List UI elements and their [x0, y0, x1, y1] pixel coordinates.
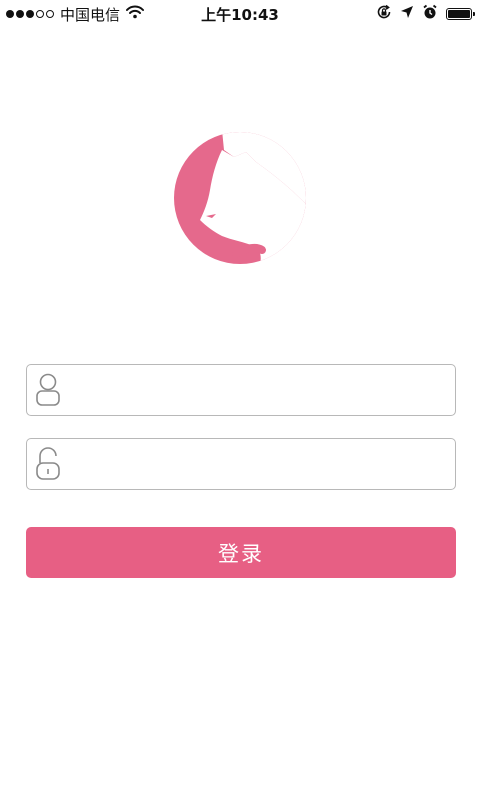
- username-input[interactable]: [65, 364, 455, 416]
- username-field[interactable]: [26, 364, 456, 416]
- status-bar-right: [376, 4, 480, 24]
- lock-icon: [31, 442, 65, 486]
- location-arrow-icon: [400, 5, 414, 23]
- wifi-icon: [126, 5, 145, 23]
- login-button-label: 登录: [218, 541, 264, 566]
- signal-strength-icon: [6, 10, 54, 18]
- cat-head-logo: [174, 132, 306, 264]
- status-bar-left: 中国电信: [0, 4, 145, 25]
- battery-level: [448, 10, 470, 18]
- battery-icon: [446, 8, 475, 20]
- password-field[interactable]: [26, 438, 456, 490]
- login-button[interactable]: 登录: [26, 527, 456, 578]
- alarm-icon: [422, 4, 438, 24]
- password-input[interactable]: [65, 438, 455, 490]
- rotation-lock-icon: [376, 4, 392, 24]
- carrier-name: 中国电信: [60, 5, 121, 24]
- status-bar: 中国电信 上午10:43: [0, 0, 480, 28]
- user-icon: [31, 368, 65, 412]
- login-screen: 中国电信 上午10:43 登录: [0, 0, 480, 800]
